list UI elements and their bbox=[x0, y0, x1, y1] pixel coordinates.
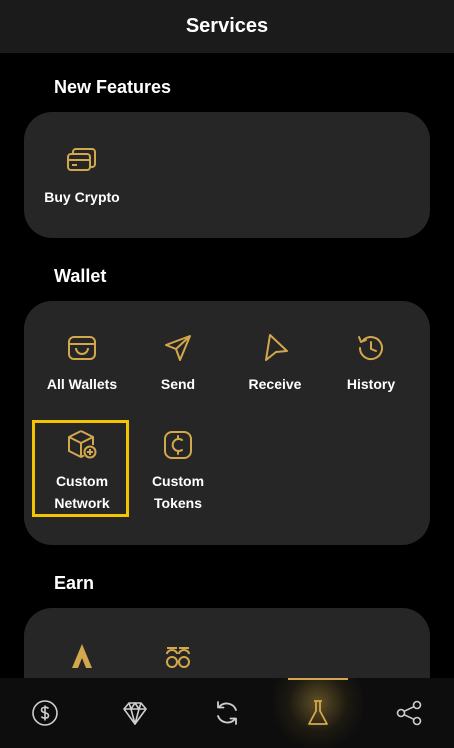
all-wallets-label: All Wallets bbox=[46, 376, 118, 392]
history-label: History bbox=[346, 376, 396, 392]
tab-swap[interactable] bbox=[182, 678, 272, 748]
section-title-earn: Earn bbox=[54, 573, 95, 593]
custom-tokens-button[interactable]: Custom Tokens bbox=[130, 428, 226, 514]
wallet-icon bbox=[68, 336, 96, 360]
coin-icon bbox=[164, 431, 192, 459]
wallet-card: All Wallets Send Receive History Custom … bbox=[24, 301, 430, 545]
custom-tokens-label: Custom Tokens bbox=[151, 473, 205, 511]
send-icon bbox=[165, 335, 191, 361]
earn-item-1-button[interactable] bbox=[34, 640, 130, 674]
share-icon bbox=[396, 700, 422, 726]
receive-button[interactable]: Receive bbox=[227, 331, 323, 395]
history-button[interactable]: History bbox=[323, 331, 419, 395]
dollar-icon bbox=[32, 700, 58, 726]
diamond-icon bbox=[123, 702, 147, 725]
section-title-wallet: Wallet bbox=[54, 266, 107, 286]
buy-crypto-button[interactable]: Buy Crypto bbox=[34, 144, 130, 208]
page-title: Services bbox=[185, 15, 269, 37]
tab-wallet[interactable] bbox=[0, 678, 90, 748]
send-button[interactable]: Send bbox=[130, 331, 226, 395]
flame-logo-icon bbox=[72, 644, 92, 668]
flask-icon bbox=[308, 700, 328, 725]
new-features-card: Buy Crypto bbox=[24, 112, 430, 238]
receive-icon bbox=[265, 334, 288, 361]
bottom-tab-bar bbox=[0, 678, 454, 748]
refresh-icon bbox=[217, 701, 237, 725]
history-icon bbox=[358, 336, 383, 360]
all-wallets-button[interactable]: All Wallets bbox=[34, 331, 130, 395]
cards-icon bbox=[67, 148, 96, 171]
earn-item-2-button[interactable] bbox=[130, 640, 226, 674]
buy-crypto-label: Buy Crypto bbox=[44, 189, 120, 205]
tab-services[interactable] bbox=[273, 678, 363, 748]
custom-network-label: Custom Network bbox=[54, 473, 110, 511]
tab-share[interactable] bbox=[364, 678, 454, 748]
send-label: Send bbox=[160, 376, 196, 392]
tab-nft[interactable] bbox=[90, 678, 180, 748]
header-bar: Services bbox=[0, 0, 454, 53]
coins-stack-icon bbox=[166, 647, 190, 668]
section-title-new-features: New Features bbox=[54, 77, 172, 97]
receive-label: Receive bbox=[248, 376, 302, 392]
cube-plus-icon bbox=[68, 430, 97, 459]
custom-network-button[interactable]: Custom Network bbox=[34, 428, 130, 514]
